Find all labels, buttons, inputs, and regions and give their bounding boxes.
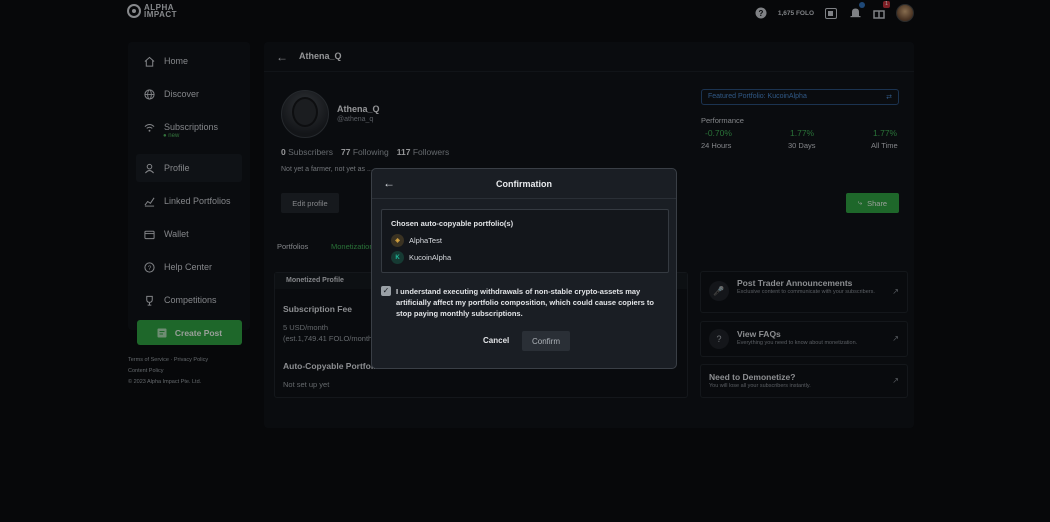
chosen-portfolios-box: Chosen auto-copyable portfolio(s) ◈ Alph… <box>381 209 669 273</box>
portfolio-item-kucoinalpha: K KucoinAlpha <box>391 251 451 264</box>
alphatest-portfolio-icon: ◈ <box>391 234 404 247</box>
chosen-portfolios-title: Chosen auto-copyable portfolio(s) <box>391 219 514 228</box>
portfolio-item-alphatest: ◈ AlphaTest <box>391 234 442 247</box>
cancel-button[interactable]: Cancel <box>483 336 509 345</box>
modal-header: ← Confirmation <box>372 169 676 199</box>
acknowledge-text: I understand executing withdrawals of no… <box>396 287 654 318</box>
acknowledge-checkbox[interactable]: ✓ <box>381 286 391 296</box>
portfolio-name: KucoinAlpha <box>409 253 452 262</box>
kucoin-portfolio-icon: K <box>391 251 404 264</box>
confirmation-modal: ← Confirmation Chosen auto-copyable port… <box>371 168 677 369</box>
portfolio-name: AlphaTest <box>409 236 442 245</box>
modal-title: Confirmation <box>496 179 552 189</box>
confirm-button[interactable]: Confirm <box>522 331 570 351</box>
